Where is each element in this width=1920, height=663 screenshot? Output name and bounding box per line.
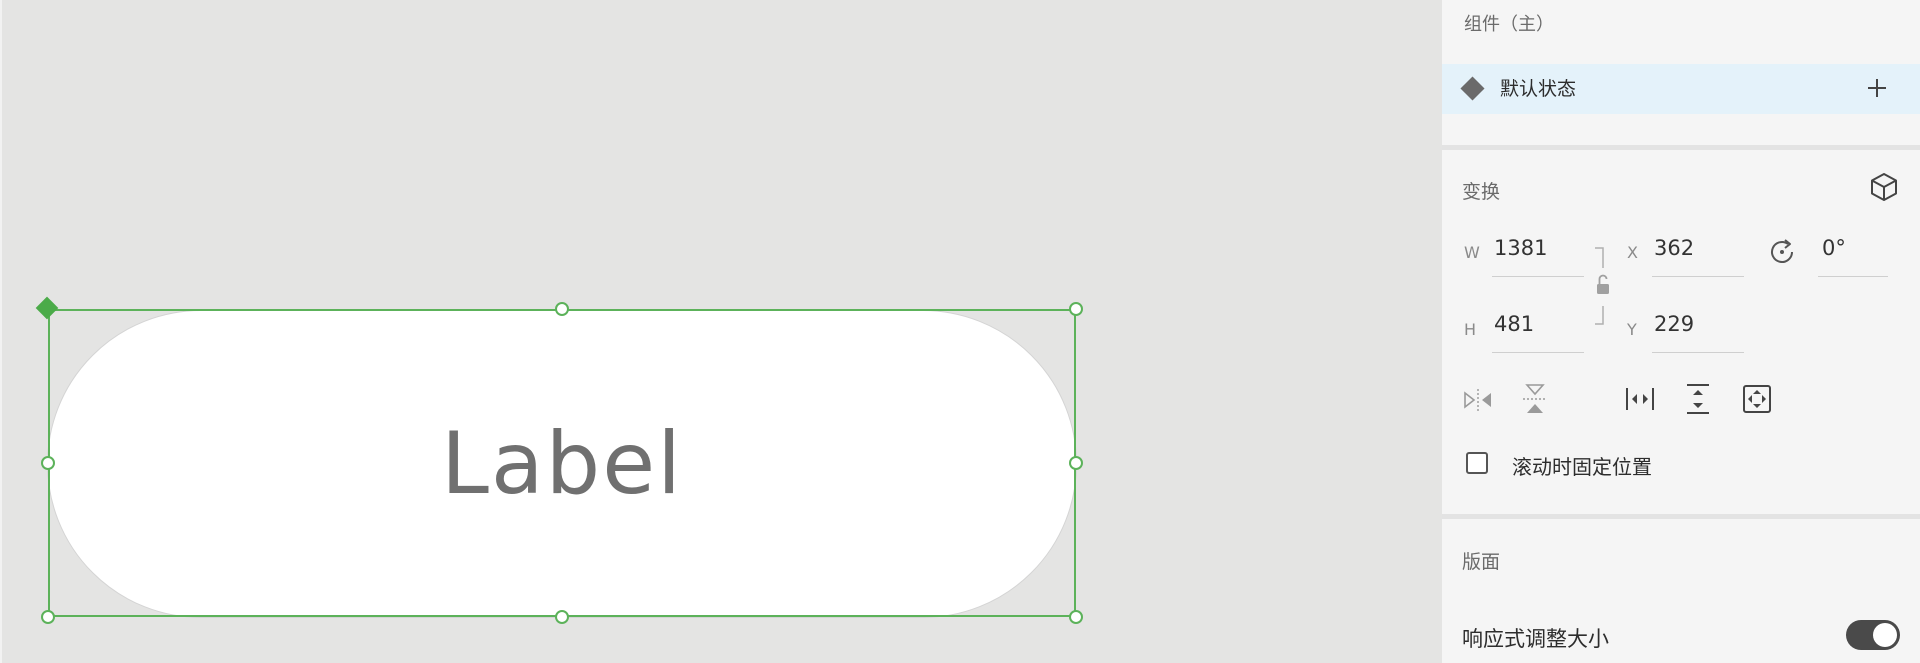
rotation-field[interactable]: 0° <box>1822 236 1846 260</box>
property-inspector: 组件（主） 默认状态 变换 W 1381 X 362 0° H 481 Y 22… <box>1442 0 1920 663</box>
width-underline <box>1492 276 1584 277</box>
height-underline <box>1492 352 1584 353</box>
layout-title: 版面 <box>1462 551 1501 573</box>
y-field[interactable]: 229 <box>1654 312 1694 336</box>
x-label: X <box>1627 243 1638 262</box>
width-label: W <box>1464 243 1480 262</box>
fixed-position-label: 滚动时固定位置 <box>1512 455 1652 479</box>
plus-icon[interactable] <box>1866 77 1888 99</box>
resize-handle-top[interactable] <box>555 302 569 316</box>
rotate-icon <box>1771 239 1793 263</box>
resize-handle-bottom[interactable] <box>555 610 569 624</box>
state-label: 默认状态 <box>1500 78 1577 100</box>
resize-handle-bottom-left[interactable] <box>41 610 55 624</box>
distribute-horizontal-icon[interactable] <box>1624 384 1656 414</box>
toggle-knob <box>1873 623 1897 647</box>
height-label: H <box>1464 320 1477 339</box>
resize-handle-left[interactable] <box>41 456 55 470</box>
rotation-underline <box>1818 276 1888 277</box>
flip-horizontal-icon[interactable] <box>1462 385 1494 415</box>
resize-handle-top-right[interactable] <box>1069 302 1083 316</box>
canvas-edge <box>0 0 2 663</box>
3d-cube-icon[interactable] <box>1868 171 1900 203</box>
x-underline <box>1652 276 1744 277</box>
resize-handle-right[interactable] <box>1069 456 1083 470</box>
responsive-resize-label: 响应式调整大小 <box>1462 627 1609 651</box>
y-underline <box>1652 352 1744 353</box>
design-canvas[interactable]: Label <box>0 0 1442 663</box>
height-field[interactable]: 481 <box>1494 312 1534 336</box>
selection-box <box>48 309 1076 617</box>
component-header: 组件（主） <box>1464 14 1554 35</box>
fixed-position-checkbox[interactable] <box>1466 452 1488 474</box>
transform-title: 变换 <box>1462 181 1501 203</box>
responsive-resize-toggle[interactable] <box>1846 620 1900 650</box>
section-divider <box>1442 145 1920 150</box>
x-field[interactable]: 362 <box>1654 236 1694 260</box>
resize-handle-bottom-right[interactable] <box>1069 610 1083 624</box>
resize-fit-icon[interactable] <box>1741 383 1773 415</box>
distribute-vertical-icon[interactable] <box>1683 382 1713 416</box>
y-label: Y <box>1627 320 1637 339</box>
flip-vertical-icon[interactable] <box>1520 382 1550 416</box>
width-field[interactable]: 1381 <box>1494 236 1547 260</box>
lock-aspect-icon[interactable] <box>1587 246 1615 328</box>
section-divider <box>1442 514 1920 519</box>
